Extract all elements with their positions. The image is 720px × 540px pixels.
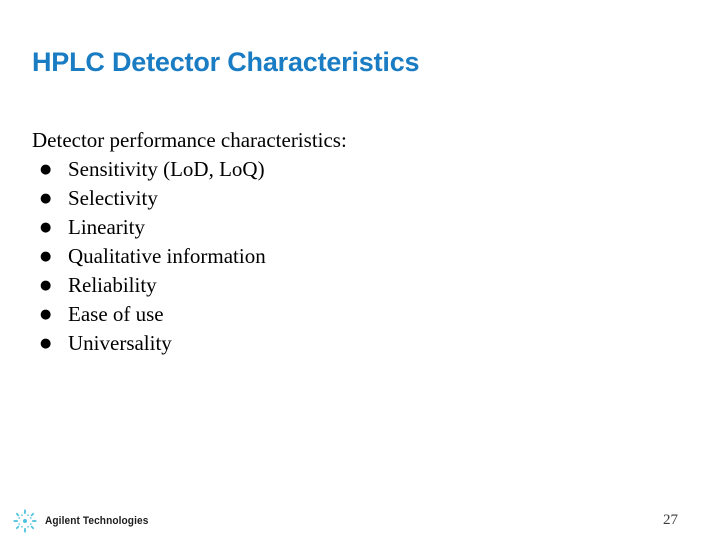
slide-footer: Agilent Technologies 27: [0, 494, 720, 540]
list-item: ● Qualitative information: [32, 242, 672, 271]
list-item: ● Universality: [32, 329, 672, 358]
list-item-label: Qualitative information: [68, 244, 266, 268]
slide-canvas: HPLC Detector Characteristics Detector p…: [0, 0, 720, 540]
agilent-starburst-icon: [13, 509, 37, 533]
bullet-icon: ●: [40, 336, 52, 351]
page-number: 27: [663, 512, 678, 528]
list-item: ● Ease of use: [32, 300, 672, 329]
page-title: HPLC Detector Characteristics: [32, 47, 420, 78]
list-item-label: Ease of use: [68, 302, 164, 326]
list-item: ● Reliability: [32, 271, 672, 300]
list-item-label: Universality: [68, 331, 172, 355]
list-item-label: Sensitivity (LoD, LoQ): [68, 157, 265, 181]
list-item-label: Linearity: [68, 215, 145, 239]
list-item: ● Selectivity: [32, 184, 672, 213]
slide-body: Detector performance characteristics: ● …: [32, 126, 672, 358]
bullet-icon: ●: [40, 249, 52, 264]
list-item-label: Reliability: [68, 273, 157, 297]
list-item-label: Selectivity: [68, 186, 158, 210]
brand-lockup: Agilent Technologies: [12, 508, 157, 534]
bullet-icon: ●: [40, 191, 52, 206]
bullet-icon: ●: [40, 162, 52, 177]
bullet-icon: ●: [40, 220, 52, 235]
brand-name: Agilent Technologies: [45, 515, 149, 527]
lead-line: Detector performance characteristics:: [32, 128, 347, 152]
bullet-icon: ●: [40, 278, 52, 293]
list-item: ● Sensitivity (LoD, LoQ): [32, 155, 672, 184]
characteristics-list: ● Sensitivity (LoD, LoQ) ● Selectivity ●…: [32, 155, 672, 358]
list-item: ● Linearity: [32, 213, 672, 242]
bullet-icon: ●: [40, 307, 52, 322]
